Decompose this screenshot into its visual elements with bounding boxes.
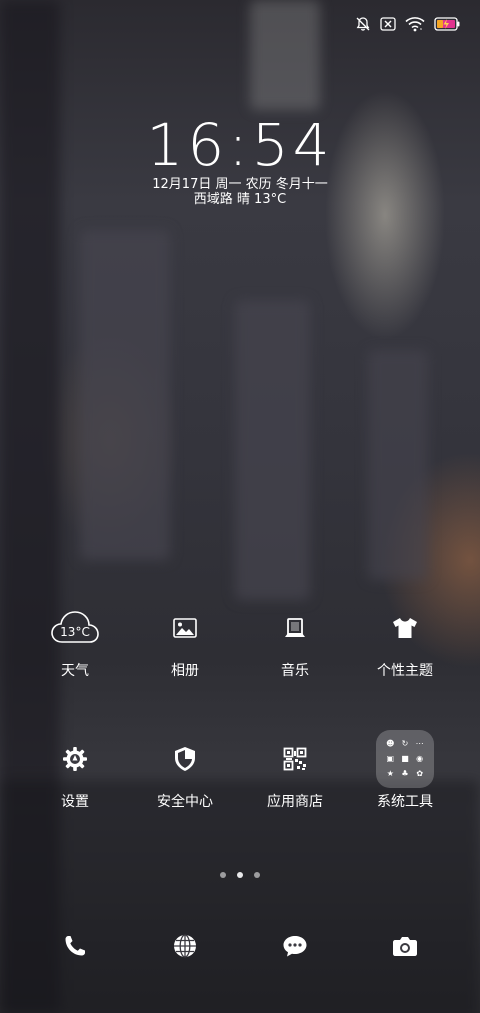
wifi-icon: ⁶ <box>405 16 425 32</box>
wallpaper-window <box>368 350 428 580</box>
folder-mini-icon: ⋯ <box>415 739 424 749</box>
bell-muted-icon <box>355 16 371 32</box>
folder-mini-icon: ■ <box>401 753 409 763</box>
app-label: 个性主题 <box>377 663 433 679</box>
app-security-center[interactable]: 安全中心 <box>130 729 240 811</box>
app-music[interactable]: 音乐 <box>240 598 350 680</box>
system-tools-folder-icon: ☻ ↻ ⋯ ▣ ■ ◉ ★ ♣ ✿ <box>375 729 435 789</box>
dock-phone[interactable] <box>45 925 105 971</box>
status-icons: ⁶ <box>355 16 460 32</box>
page-dot-active[interactable] <box>237 872 243 878</box>
app-label: 天气 <box>61 663 89 679</box>
folder-mini-icon: ◉ <box>416 753 424 763</box>
folder-mini-icon: ↻ <box>401 739 409 749</box>
wallpaper-window <box>235 300 310 600</box>
settings-gear-icon <box>45 729 105 789</box>
security-shield-icon <box>155 729 215 789</box>
app-system-tools[interactable]: ☻ ↻ ⋯ ▣ ■ ◉ ★ ♣ ✿ 系统工具 <box>350 729 460 811</box>
dock-camera[interactable] <box>375 925 435 971</box>
status-bar: ⁶ <box>0 0 480 50</box>
app-label: 音乐 <box>281 663 309 679</box>
page-dot[interactable] <box>254 872 260 878</box>
app-label: 安全中心 <box>157 794 213 810</box>
app-settings[interactable]: 设置 <box>20 729 130 811</box>
app-weather[interactable]: 13°C 天气 <box>20 598 130 680</box>
camera-icon <box>392 935 418 961</box>
app-label: 系统工具 <box>377 794 433 810</box>
clock-weather[interactable]: 西域路 晴 13°C <box>0 192 480 208</box>
folder-mini-icon: ▣ <box>386 753 395 763</box>
app-label: 相册 <box>171 663 199 679</box>
browser-globe-icon <box>172 933 198 963</box>
app-label: 设置 <box>61 794 89 810</box>
battery-charging-icon <box>434 17 460 31</box>
theme-shirt-icon <box>375 598 435 658</box>
folder-mini-icon: ✿ <box>416 768 424 778</box>
folder-mini-icon: ♣ <box>401 768 409 778</box>
gallery-icon <box>155 598 215 658</box>
weather-badge: 13°C <box>60 625 90 639</box>
messages-icon <box>282 934 308 962</box>
wallpaper-window <box>80 230 170 560</box>
wallpaper-street <box>0 780 480 1013</box>
dock-browser[interactable] <box>155 925 215 971</box>
folder-preview: ☻ ↻ ⋯ ▣ ■ ◉ ★ ♣ ✿ <box>376 730 434 788</box>
no-sim-icon <box>380 17 396 31</box>
app-store-qr-icon <box>265 729 325 789</box>
app-themes[interactable]: 个性主题 <box>350 598 460 680</box>
weather-cloud-icon: 13°C <box>45 598 105 658</box>
svg-text:⁶: ⁶ <box>420 28 422 32</box>
music-icon <box>265 598 325 658</box>
app-label: 应用商店 <box>267 794 323 810</box>
home-screen: ⁶ 16:54 12月17日 周一 农历 冬月十一 西域路 晴 13°C 13°… <box>0 0 480 1013</box>
app-store[interactable]: 应用商店 <box>240 729 350 811</box>
dock-messages[interactable] <box>265 925 325 971</box>
clock-time[interactable]: 16:54 <box>0 112 480 178</box>
page-indicator[interactable] <box>0 872 480 878</box>
clock-date[interactable]: 12月17日 周一 农历 冬月十一 <box>0 177 480 193</box>
folder-mini-icon: ★ <box>386 768 394 778</box>
page-dot[interactable] <box>220 872 226 878</box>
folder-mini-icon: ☻ <box>386 739 395 749</box>
phone-icon <box>63 934 87 962</box>
app-gallery[interactable]: 相册 <box>130 598 240 680</box>
